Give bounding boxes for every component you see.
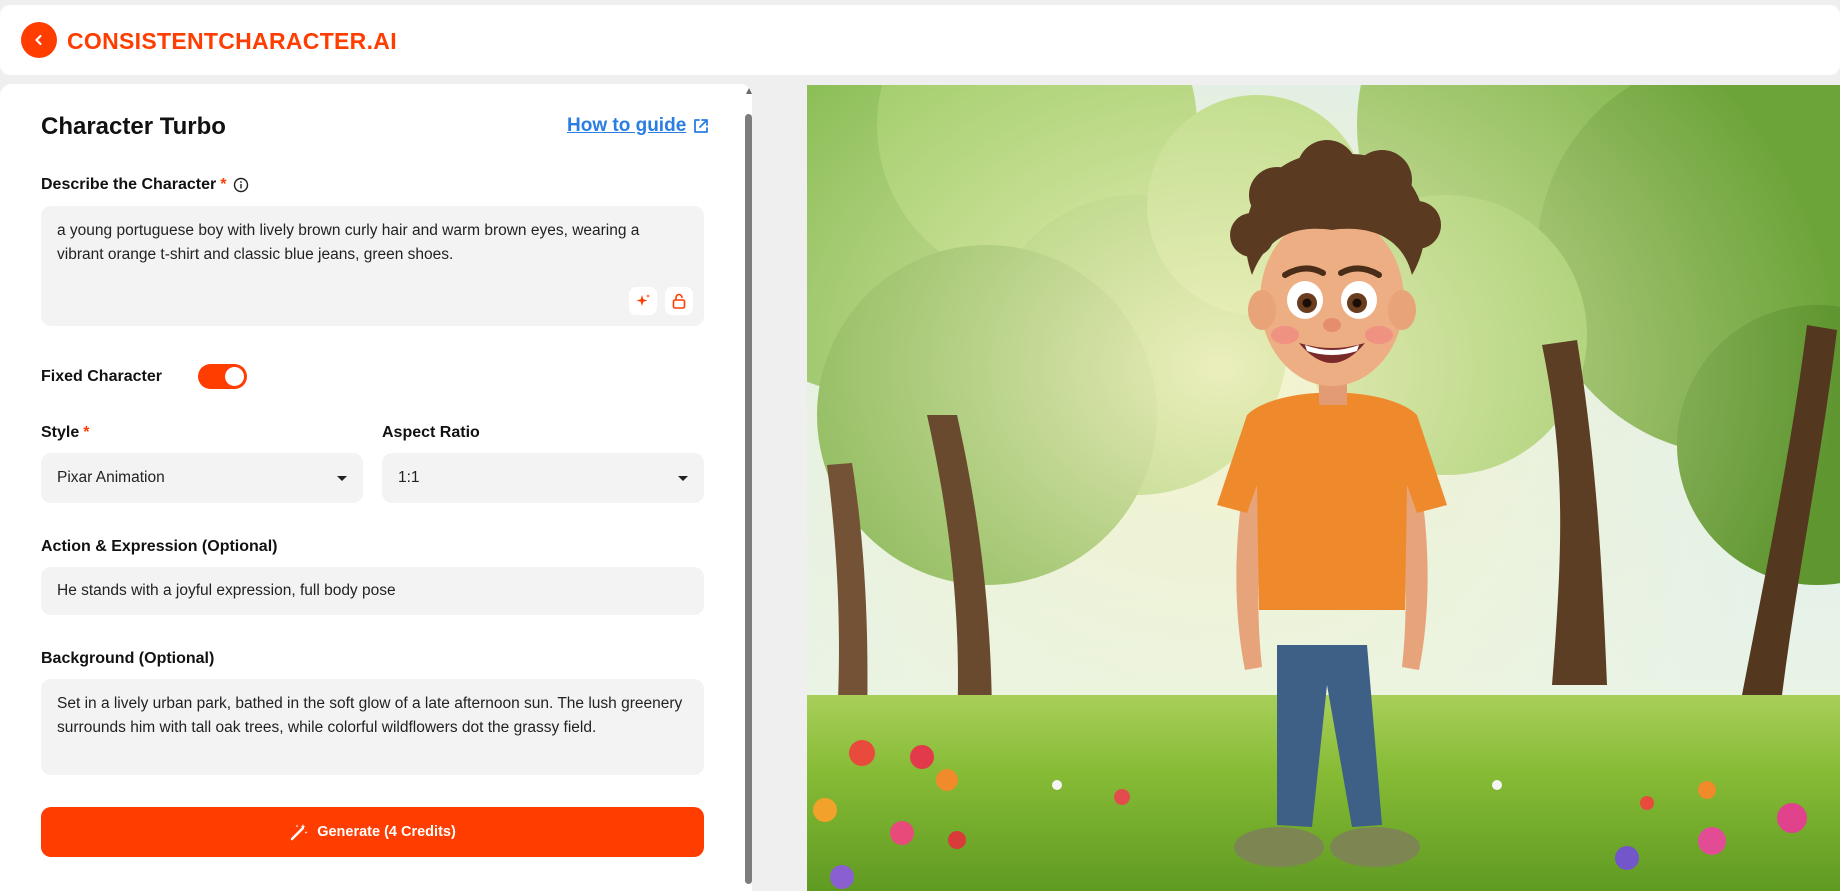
fixed-character-label: Fixed Character [41,368,162,385]
top-bar: CONSISTENTCHARACTER.AI [0,5,1840,75]
background-textarea[interactable]: Set in a lively urban park, bathed in th… [41,679,704,775]
unlock-icon [672,293,686,309]
aspect-ratio-label: Aspect Ratio [382,424,480,441]
background-label: Background (Optional) [41,650,215,667]
toggle-knob [225,367,244,386]
required-asterisk: * [83,424,90,441]
character-illustration [807,85,1840,891]
chevron-left-icon [35,34,42,46]
external-link-icon [694,119,709,133]
action-input[interactable]: He stands with a joyful expression, full… [41,567,704,615]
generated-image[interactable] [807,85,1840,891]
style-label: Style * [41,424,89,442]
scrollbar[interactable] [742,84,756,891]
aspect-ratio-value: 1:1 [398,469,420,486]
chevron-down-icon [337,475,347,481]
style-select[interactable]: Pixar Animation [41,453,363,503]
style-value: Pixar Animation [57,469,165,486]
generate-button[interactable]: Generate (4 Credits) [41,807,704,857]
lock-prompt-button[interactable] [665,287,693,315]
fixed-character-toggle[interactable] [198,364,247,389]
describe-label: Describe the Character * [41,176,249,194]
aspect-ratio-select[interactable]: 1:1 [382,453,704,503]
action-value: He stands with a joyful expression, full… [57,582,396,599]
info-icon[interactable] [233,177,249,193]
scroll-up-arrow[interactable] [746,88,752,94]
how-to-guide-label: How to guide [567,115,687,136]
action-label: Action & Expression (Optional) [41,538,278,555]
generate-label: Generate (4 Credits) [317,824,456,840]
brand-logo[interactable]: CONSISTENTCHARACTER.AI [67,28,397,55]
back-button[interactable] [21,22,57,58]
describe-value: a young portuguese boy with lively brown… [57,222,640,263]
enhance-prompt-button[interactable] [629,287,657,315]
describe-textarea[interactable]: a young portuguese boy with lively brown… [41,206,704,326]
magic-wand-icon [290,824,308,841]
chevron-down-icon [678,475,688,481]
how-to-guide-link[interactable]: How to guide [567,115,710,137]
required-asterisk: * [220,176,227,193]
style-label-text: Style [41,424,80,441]
background-value: Set in a lively urban park, bathed in th… [57,695,683,736]
sparkle-icon [636,294,650,306]
page-title: Character Turbo [41,113,226,140]
scrollbar-thumb[interactable] [745,114,752,884]
describe-label-text: Describe the Character [41,176,217,193]
